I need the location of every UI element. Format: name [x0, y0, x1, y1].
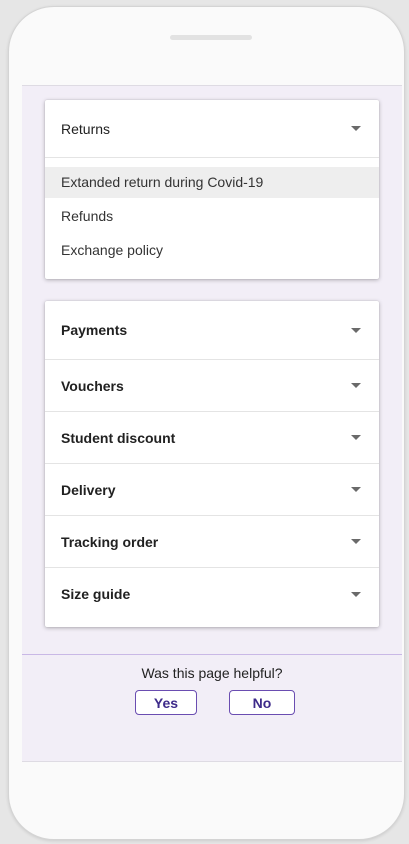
accordion-label: Tracking order	[61, 533, 159, 550]
returns-accordion: Returns Extanded return during Covid-19 …	[45, 100, 379, 279]
accordion-size-guide[interactable]: Size guide	[45, 568, 379, 620]
accordion-label: Delivery	[61, 481, 116, 498]
accordion-label: Student discount	[61, 429, 176, 446]
returns-subitem-list: Extanded return during Covid-19 Refunds …	[45, 158, 379, 266]
feedback-yes-button[interactable]: Yes	[135, 690, 197, 715]
feedback-divider	[22, 654, 402, 655]
returns-subitem-exchange-policy[interactable]: Exchange policy	[45, 235, 379, 266]
returns-subitem-extended-return[interactable]: Extanded return during Covid-19	[45, 167, 379, 198]
accordion-tracking-order[interactable]: Tracking order	[45, 516, 379, 568]
accordion-student-discount[interactable]: Student discount	[45, 412, 379, 464]
caret-down-icon	[351, 383, 361, 388]
feedback-question: Was this page helpful?	[141, 665, 283, 681]
caret-down-icon	[351, 126, 361, 131]
accordion-label: Payments	[61, 322, 128, 338]
accordion-label: Vouchers	[61, 377, 124, 394]
accordion-payments[interactable]: Payments	[45, 301, 379, 360]
returns-accordion-title: Returns	[61, 120, 111, 137]
accordion-label: Size guide	[61, 586, 131, 602]
caret-down-icon	[351, 487, 361, 492]
phone-frame: Returns Extanded return during Covid-19 …	[8, 6, 405, 840]
caret-down-icon	[351, 435, 361, 440]
accordion-vouchers[interactable]: Vouchers	[45, 360, 379, 412]
feedback-no-button[interactable]: No	[229, 690, 295, 715]
returns-accordion-header[interactable]: Returns	[45, 100, 379, 157]
caret-down-icon	[351, 591, 361, 597]
returns-subitem-refunds[interactable]: Refunds	[45, 201, 379, 232]
faq-screen: Returns Extanded return during Covid-19 …	[22, 85, 402, 762]
accordion-delivery[interactable]: Delivery	[45, 464, 379, 516]
phone-speaker	[170, 35, 252, 40]
caret-down-icon	[351, 327, 361, 333]
faq-accordion-list: Payments Vouchers Student discount Deliv…	[45, 301, 379, 627]
caret-down-icon	[351, 539, 361, 544]
